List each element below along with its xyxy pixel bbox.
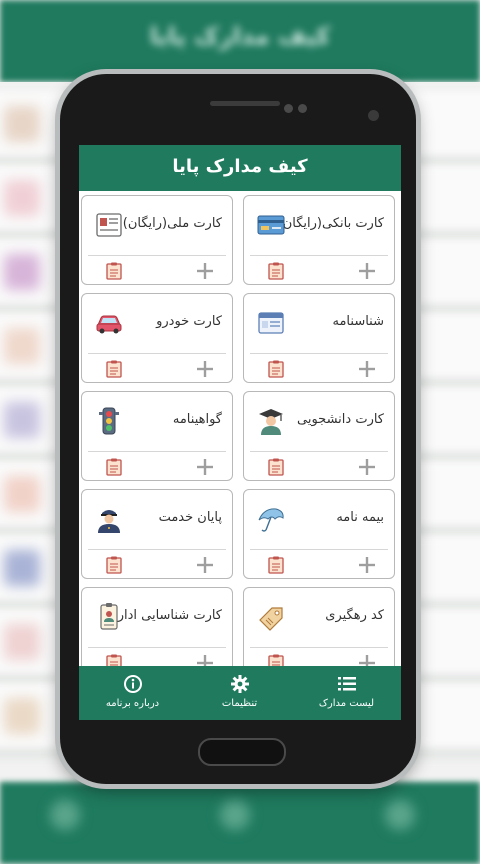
documents-grid: کارت بانکی(رایگان) کارت ملی(رایگان) شناس… bbox=[79, 191, 401, 666]
clipboard-icon[interactable] bbox=[106, 360, 122, 378]
app-bar: کیف مدارک پایا bbox=[79, 145, 401, 191]
phone-sensor bbox=[298, 104, 307, 113]
nav-about[interactable]: درباره برنامه bbox=[79, 666, 186, 720]
card-title: بیمه نامه bbox=[336, 510, 384, 525]
phone-sensor bbox=[284, 104, 293, 113]
add-icon[interactable] bbox=[194, 652, 216, 666]
card-office-id[interactable]: کارت شناسایی اداری bbox=[81, 587, 233, 666]
card-title: کارت بانکی(رایگان) bbox=[277, 216, 384, 231]
gear-icon bbox=[231, 675, 249, 693]
graduate-icon bbox=[259, 409, 283, 435]
phone-side-button bbox=[416, 255, 420, 305]
background-nav-icon bbox=[385, 800, 415, 830]
card-title: کارت دانشجویی bbox=[297, 412, 384, 427]
clipboard-icon[interactable] bbox=[268, 262, 284, 280]
background-nav-icon bbox=[50, 800, 80, 830]
card-bank-card[interactable]: کارت بانکی(رایگان) bbox=[243, 195, 395, 285]
nav-about-label: درباره برنامه bbox=[105, 698, 160, 709]
add-icon[interactable] bbox=[356, 554, 378, 576]
traffic-light-icon bbox=[99, 407, 119, 435]
card-birth-certificate[interactable]: شناسنامه bbox=[243, 293, 395, 383]
app-title: کیف مدارک پایا bbox=[172, 156, 308, 177]
app-screen: کیف مدارک پایا کارت بانکی(رایگان) کارت م… bbox=[79, 145, 401, 720]
birth-certificate-icon bbox=[258, 312, 284, 334]
nav-settings-label: تنظیمات bbox=[221, 698, 258, 709]
add-icon[interactable] bbox=[194, 358, 216, 380]
background-app-title: کیف مدارک پایا bbox=[149, 22, 331, 50]
phone-speaker bbox=[210, 101, 280, 106]
add-icon[interactable] bbox=[194, 456, 216, 478]
card-student-card[interactable]: کارت دانشجویی bbox=[243, 391, 395, 481]
phone-home-button[interactable] bbox=[198, 738, 286, 766]
card-title: کارت ملی(رایگان) bbox=[122, 216, 222, 231]
card-title: کارت شناسایی اداری bbox=[107, 608, 222, 623]
add-icon[interactable] bbox=[194, 554, 216, 576]
add-icon[interactable] bbox=[356, 260, 378, 282]
card-divider bbox=[88, 451, 226, 452]
card-divider bbox=[88, 647, 226, 648]
bank-card-icon bbox=[257, 215, 285, 235]
clipboard-icon[interactable] bbox=[106, 458, 122, 476]
background-nav-icon bbox=[220, 800, 250, 830]
clipboard-icon[interactable] bbox=[106, 654, 122, 666]
card-military-service[interactable]: پایان خدمت bbox=[81, 489, 233, 579]
clipboard-icon[interactable] bbox=[268, 556, 284, 574]
soldier-icon bbox=[98, 510, 120, 533]
clipboard-icon[interactable] bbox=[106, 556, 122, 574]
id-card-icon bbox=[96, 213, 122, 237]
clipboard-icon[interactable] bbox=[106, 262, 122, 280]
nav-settings[interactable]: تنظیمات bbox=[186, 666, 293, 720]
car-icon bbox=[96, 315, 122, 334]
card-divider bbox=[88, 255, 226, 256]
card-title: کارت خودرو bbox=[156, 314, 222, 329]
info-icon bbox=[124, 675, 142, 693]
nav-document-list-label: لیست مدارک bbox=[318, 698, 375, 709]
card-title: شناسنامه bbox=[332, 314, 385, 329]
card-driving-license[interactable]: گواهینامه bbox=[81, 391, 233, 481]
tag-icon bbox=[259, 607, 283, 631]
add-icon[interactable] bbox=[356, 652, 378, 666]
clipboard-icon[interactable] bbox=[268, 654, 284, 666]
card-car-card[interactable]: کارت خودرو bbox=[81, 293, 233, 383]
add-icon[interactable] bbox=[356, 456, 378, 478]
nav-document-list[interactable]: لیست مدارک bbox=[293, 666, 400, 720]
card-divider bbox=[88, 549, 226, 550]
card-divider bbox=[250, 549, 388, 550]
umbrella-icon bbox=[258, 508, 284, 532]
card-divider bbox=[88, 353, 226, 354]
clipboard-icon[interactable] bbox=[268, 360, 284, 378]
add-icon[interactable] bbox=[356, 358, 378, 380]
add-icon[interactable] bbox=[194, 260, 216, 282]
card-national-id[interactable]: کارت ملی(رایگان) bbox=[81, 195, 233, 285]
card-tracking-code[interactable]: کد رهگیری bbox=[243, 587, 395, 666]
card-title: کد رهگیری bbox=[325, 608, 384, 623]
card-divider bbox=[250, 255, 388, 256]
bottom-navigation: درباره برنامه تنظیمات لیست مدارک bbox=[79, 666, 401, 720]
card-title: پایان خدمت bbox=[158, 510, 222, 525]
card-title: گواهینامه bbox=[172, 412, 222, 427]
card-divider bbox=[250, 451, 388, 452]
card-divider bbox=[250, 353, 388, 354]
badge-icon bbox=[100, 603, 118, 630]
card-insurance[interactable]: بیمه نامه bbox=[243, 489, 395, 579]
clipboard-icon[interactable] bbox=[268, 458, 284, 476]
phone-camera bbox=[368, 110, 379, 121]
card-divider bbox=[250, 647, 388, 648]
list-icon bbox=[338, 677, 356, 691]
